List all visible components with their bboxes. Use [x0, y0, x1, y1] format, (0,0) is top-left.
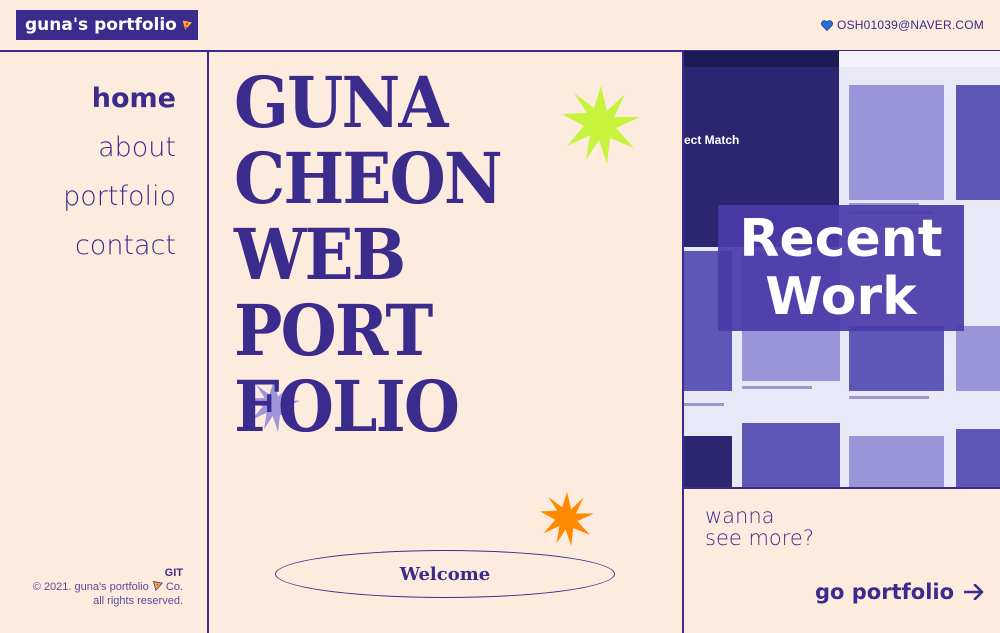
- copyright-line: © 2021. guna's portfolio Co.: [0, 580, 183, 594]
- thumb-image: [956, 85, 1000, 200]
- nav-item-home[interactable]: home: [92, 80, 176, 118]
- left-footer: GIT © 2021. guna's portfolio Co. all rig…: [0, 566, 183, 608]
- nav-item-contact[interactable]: contact: [75, 227, 176, 265]
- thumb-topbar-right: [839, 51, 1000, 67]
- star-burst-icon: [562, 86, 640, 164]
- thumb-image: [849, 436, 944, 487]
- nav-item-portfolio[interactable]: portfolio: [63, 178, 176, 216]
- thumb-text-line: [849, 396, 929, 399]
- logo-text: guna's portfolio: [25, 15, 177, 35]
- thumb-caption: ect Match: [684, 133, 740, 147]
- headline-line: FOLIO: [234, 365, 460, 448]
- see-more-prompt: wanna see more?: [705, 505, 814, 549]
- pizza-icon: [152, 581, 163, 592]
- welcome-button[interactable]: Welcome: [275, 550, 615, 598]
- thumb-image: [849, 326, 944, 391]
- headline-line: PORT: [234, 289, 433, 372]
- go-portfolio-label: go portfolio: [815, 580, 955, 604]
- wanna-line: wanna: [705, 504, 775, 528]
- git-link[interactable]: GIT: [165, 567, 183, 579]
- thumb-image: [742, 423, 840, 487]
- heart-icon: [821, 19, 833, 31]
- nav-item-about[interactable]: about: [98, 129, 176, 167]
- headline-line: GUNA: [234, 61, 448, 144]
- copyright-co: Co.: [165, 581, 183, 593]
- copyright-text: © 2021. guna's portfolio: [32, 581, 149, 593]
- wanna-line: see more?: [705, 526, 814, 550]
- thumb-image: [849, 85, 944, 200]
- arrow-right-icon: [964, 584, 984, 600]
- main-nav: home about portfolio contact: [0, 80, 176, 265]
- thumb-image: [956, 326, 1000, 391]
- headline-line: CHEON: [234, 137, 503, 220]
- headline-line: WEB: [234, 213, 406, 296]
- email-text: OSH01039@NAVER.COM: [837, 18, 984, 32]
- hero-headline: GUNA CHEON WEB PORT FOLIO: [234, 61, 503, 448]
- recent-label-line: Work: [765, 267, 917, 327]
- recent-work-label[interactable]: Recent Work: [718, 210, 964, 326]
- left-column-divider: [207, 50, 209, 633]
- thumb-text-line: [684, 403, 724, 406]
- star-burst-icon: [540, 492, 594, 546]
- email-contact[interactable]: OSH01039@NAVER.COM: [821, 18, 984, 32]
- thumb-image: [956, 429, 1000, 487]
- rights-text: all rights reserved.: [93, 595, 183, 607]
- go-portfolio-link[interactable]: go portfolio: [815, 580, 984, 604]
- recent-label-line: Recent: [739, 209, 943, 269]
- thumb-image: [684, 436, 732, 487]
- logo-link[interactable]: guna's portfolio: [16, 10, 198, 40]
- right-section-divider: [682, 487, 1000, 489]
- thumb-text-line: [742, 386, 812, 389]
- pizza-icon: [181, 19, 194, 32]
